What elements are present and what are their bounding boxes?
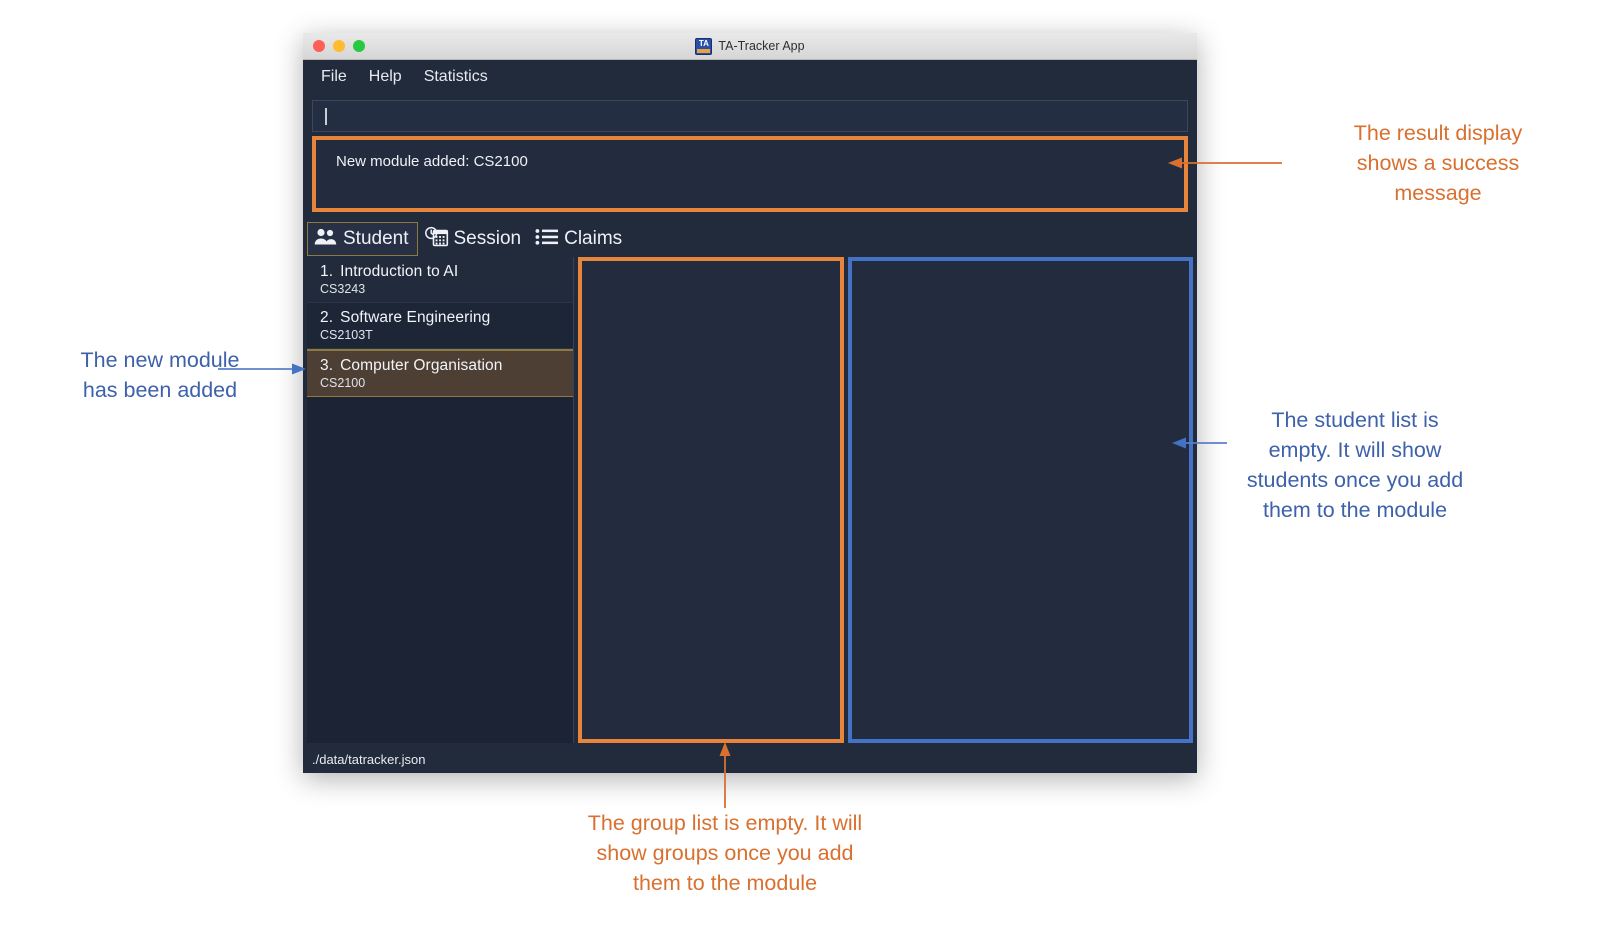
command-box-wrapper	[303, 94, 1197, 132]
result-display-wrapper: New module added: CS2100	[303, 132, 1197, 212]
module-name: Software Engineering	[340, 309, 491, 326]
command-input[interactable]	[312, 100, 1188, 132]
annotation-arrow-student-list	[1172, 437, 1227, 449]
student-list[interactable]	[848, 257, 1193, 743]
module-name: Introduction to AI	[340, 263, 459, 280]
tab-student-label: Student	[343, 228, 409, 249]
annotation-arrow-new-module	[218, 363, 306, 375]
menu-item-help[interactable]: Help	[369, 68, 402, 86]
annotation-line: message	[1394, 181, 1482, 205]
annotation-line: students once you add	[1246, 468, 1464, 492]
module-index: 3.	[320, 357, 334, 374]
tab-claims[interactable]: Claims	[529, 222, 630, 256]
annotation-line: empty. It will show	[1268, 438, 1442, 462]
list-item[interactable]: 2. Software Engineering CS2103T	[307, 303, 573, 349]
module-code: CS3243	[320, 282, 366, 296]
group-list[interactable]	[578, 257, 844, 743]
text-caret	[325, 107, 327, 125]
title-bar: TA TA-Tracker App	[303, 33, 1197, 60]
module-index: 2.	[320, 309, 334, 326]
zoom-button[interactable]	[353, 40, 365, 52]
module-title-row: 2. Software Engineering	[320, 309, 573, 327]
result-display: New module added: CS2100	[312, 136, 1188, 212]
calendar-clock-icon	[424, 226, 449, 253]
window-controls[interactable]	[313, 40, 365, 52]
tab-session[interactable]: Session	[418, 222, 530, 256]
annotation-line: them to the module	[632, 871, 818, 895]
annotation-line: The result display	[1353, 121, 1523, 145]
module-code: CS2103T	[320, 328, 373, 342]
annotation-student-list: The student list is empty. It will show …	[1230, 405, 1480, 525]
annotation-line: shows a success	[1356, 151, 1520, 175]
menu-item-statistics[interactable]: Statistics	[424, 68, 488, 86]
status-file-path: ./data/tatracker.json	[312, 751, 426, 767]
annotation-group-list: The group list is empty. It will show gr…	[555, 808, 895, 898]
minimize-button[interactable]	[333, 40, 345, 52]
app-window: TA TA-Tracker App File Help Statistics N…	[303, 33, 1197, 773]
tab-claims-label: Claims	[564, 228, 623, 249]
module-list[interactable]: 1. Introduction to AI CS3243 2. Software E…	[307, 257, 574, 743]
module-title-row: 1. Introduction to AI	[320, 263, 573, 281]
menu-bar: File Help Statistics	[303, 60, 1197, 94]
screenshot-root: TA TA-Tracker App File Help Statistics N…	[0, 0, 1610, 932]
main-panes: 1. Introduction to AI CS3243 2. Software E…	[303, 257, 1197, 743]
module-title-row: 3. Computer Organisation	[320, 357, 573, 375]
module-index: 1.	[320, 263, 334, 280]
annotation-line: them to the module	[1262, 498, 1448, 522]
module-name: Computer Organisation	[340, 357, 503, 374]
annotation-line: The student list is	[1271, 408, 1439, 432]
menu-item-file[interactable]: File	[321, 68, 347, 86]
list-item-selected[interactable]: 3. Computer Organisation CS2100	[307, 349, 573, 397]
list-item[interactable]: 1. Introduction to AI CS3243	[307, 257, 573, 303]
annotation-result-display: The result display shows a success messa…	[1268, 118, 1608, 208]
close-button[interactable]	[313, 40, 325, 52]
result-message: New module added: CS2100	[336, 153, 528, 170]
title-center-group: TA TA-Tracker App	[303, 37, 1197, 55]
people-icon	[314, 227, 338, 252]
module-code: CS2100	[320, 376, 366, 390]
tab-student[interactable]: Student	[307, 222, 418, 256]
tab-bar: Student Session Claims	[303, 222, 1197, 256]
status-bar: ./data/tatracker.json	[303, 745, 1197, 773]
list-icon	[535, 227, 559, 252]
annotation-arrow-group-list	[719, 742, 731, 808]
annotation-line: has been added	[82, 378, 238, 402]
annotation-line: show groups once you add	[596, 841, 854, 865]
window-title: TA-Tracker App	[718, 39, 805, 53]
ta-tracker-icon: TA	[695, 37, 713, 55]
tab-session-label: Session	[453, 228, 522, 249]
annotation-arrow-result-display	[1168, 157, 1282, 169]
annotation-line: The group list is empty. It will	[587, 811, 863, 835]
